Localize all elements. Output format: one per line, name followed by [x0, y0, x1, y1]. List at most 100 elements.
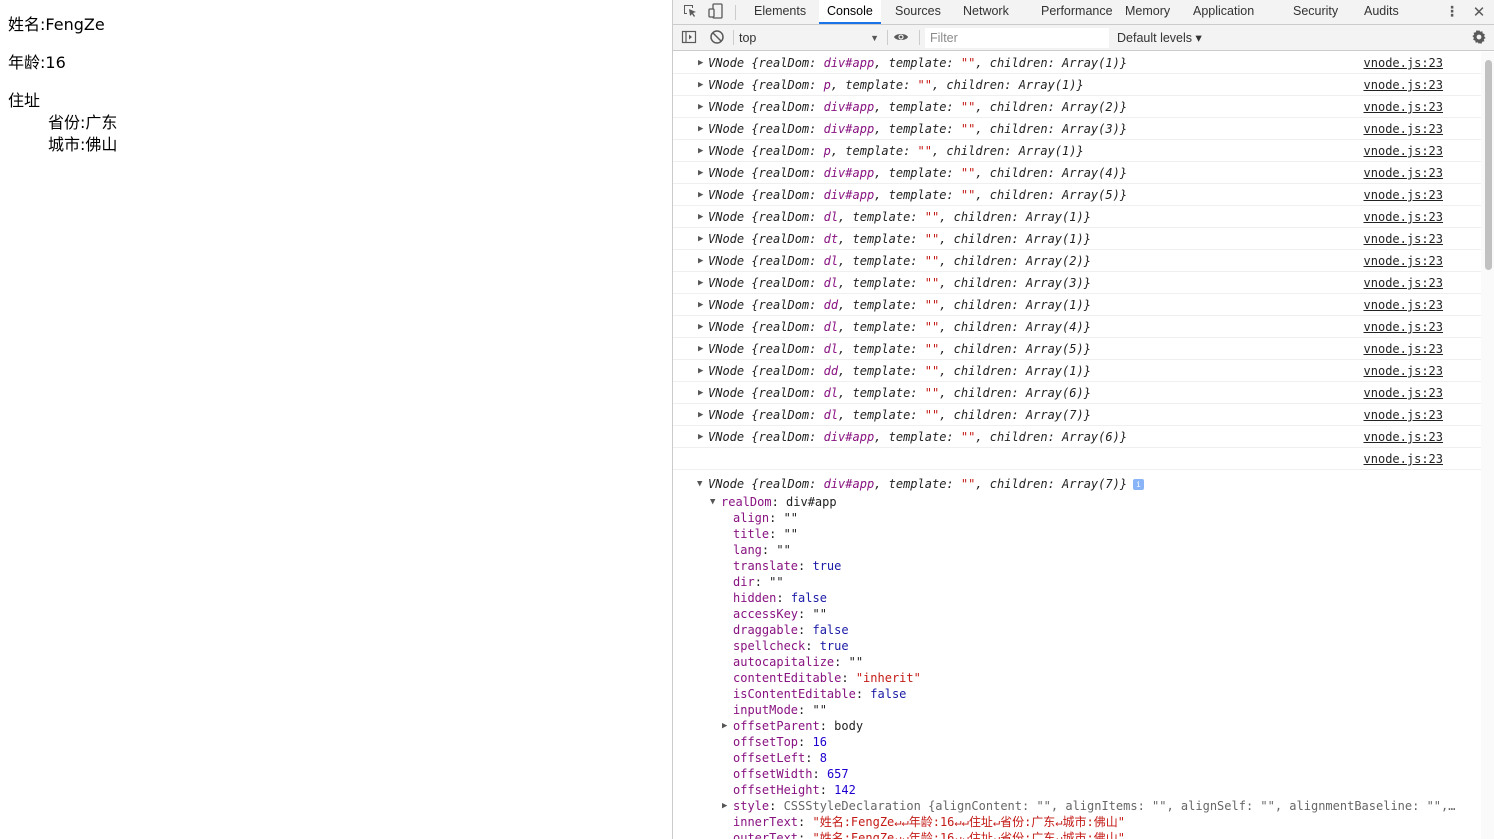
console-log-row[interactable]: ▶ VNode {realDom: dl, template: "", child… — [673, 404, 1481, 426]
expand-triangle-icon[interactable]: ▶ — [698, 162, 703, 184]
source-link[interactable]: vnode.js:23 — [1364, 316, 1443, 338]
inspect-element-icon[interactable] — [681, 3, 699, 21]
expand-triangle-icon[interactable]: ▶ — [698, 140, 703, 162]
expand-triangle-icon[interactable]: ▶ — [698, 184, 703, 206]
console-log-row[interactable]: ▶ VNode {realDom: dd, template: "", child… — [673, 294, 1481, 316]
console-log-row[interactable]: ▶ VNode {realDom: div#app, template: "", … — [673, 96, 1481, 118]
tab-console[interactable]: Console — [819, 0, 881, 24]
console-log-row[interactable]: ▶ VNode {realDom: dl, template: "", child… — [673, 250, 1481, 272]
tab-application[interactable]: Application — [1193, 0, 1254, 24]
collapse-triangle-icon[interactable]: ▼ — [710, 494, 715, 510]
console-log-row[interactable]: ▶ VNode {realDom: dl, template: "", child… — [673, 206, 1481, 228]
property-row[interactable]: inputMode: "" — [673, 702, 1481, 718]
property-row[interactable]: dir: "" — [673, 574, 1481, 590]
expanded-header[interactable]: ▼ VNode {realDom: div#app, template: "", … — [673, 474, 1481, 494]
expand-triangle-icon[interactable]: ▶ — [698, 52, 703, 74]
property-row[interactable]: spellcheck: true — [673, 638, 1481, 654]
property-row[interactable]: title: "" — [673, 526, 1481, 542]
info-icon[interactable]: i — [1133, 479, 1145, 490]
console-log-row[interactable]: ▶ VNode {realDom: dd, template: "", child… — [673, 360, 1481, 382]
expand-triangle-icon[interactable]: ▶ — [698, 206, 703, 228]
property-row[interactable]: isContentEditable: false — [673, 686, 1481, 702]
source-link[interactable]: vnode.js:23 — [1364, 360, 1443, 382]
property-row[interactable]: accessKey: "" — [673, 606, 1481, 622]
source-link[interactable]: vnode.js:23 — [1364, 404, 1443, 426]
gear-icon[interactable] — [1470, 29, 1488, 47]
expand-triangle-icon[interactable]: ▶ — [698, 228, 703, 250]
console-log-row[interactable]: ▶ VNode {realDom: dt, template: "", child… — [673, 228, 1481, 250]
console-log-row[interactable]: ▶ VNode {realDom: div#app, template: "", … — [673, 426, 1481, 448]
expand-triangle-icon[interactable]: ▶ — [698, 96, 703, 118]
source-link[interactable]: vnode.js:23 — [1364, 206, 1443, 228]
source-link[interactable]: vnode.js:23 — [1364, 52, 1443, 74]
clear-console-icon[interactable] — [708, 29, 726, 47]
source-link[interactable]: vnode.js:23 — [1364, 448, 1443, 470]
source-link[interactable]: vnode.js:23 — [1364, 228, 1443, 250]
property-row[interactable]: align: "" — [673, 510, 1481, 526]
source-link[interactable]: vnode.js:23 — [1364, 382, 1443, 404]
source-link[interactable]: vnode.js:23 — [1364, 338, 1443, 360]
tab-audits[interactable]: Audits — [1364, 0, 1399, 24]
filter-input[interactable] — [925, 28, 1109, 48]
expand-triangle-icon[interactable]: ▶ — [698, 250, 703, 272]
collapse-triangle-icon[interactable]: ▼ — [697, 474, 702, 494]
sidebar-toggle-icon[interactable] — [680, 29, 698, 47]
tab-elements[interactable]: Elements — [754, 0, 806, 24]
property-row[interactable]: translate: true — [673, 558, 1481, 574]
device-toolbar-icon[interactable] — [707, 3, 725, 21]
expand-triangle-icon[interactable]: ▶ — [698, 316, 703, 338]
expand-triangle-icon[interactable]: ▶ — [698, 360, 703, 382]
expand-triangle-icon[interactable]: ▶ — [698, 426, 703, 448]
property-row[interactable]: innerText: "姓名:FengZe↵↵年龄:16↵↵住址↵省份:广东↵城… — [673, 814, 1481, 830]
expand-triangle-icon[interactable]: ▶ — [698, 404, 703, 426]
property-row[interactable]: outerText: "姓名:FengZe↵↵年龄:16↵↵住址↵省份:广东↵城… — [673, 830, 1481, 839]
property-row[interactable]: offsetWidth: 657 — [673, 766, 1481, 782]
property-row[interactable]: offsetLeft: 8 — [673, 750, 1481, 766]
console-scrollbar[interactable] — [1481, 52, 1494, 839]
expand-triangle-icon[interactable]: ▶ — [722, 798, 727, 814]
expand-triangle-icon[interactable]: ▶ — [698, 118, 703, 140]
source-link[interactable]: vnode.js:23 — [1364, 96, 1443, 118]
source-link[interactable]: vnode.js:23 — [1364, 118, 1443, 140]
tab-memory[interactable]: Memory — [1125, 0, 1170, 24]
close-icon[interactable]: ✕ — [1470, 3, 1488, 21]
console-log-row[interactable]: ▶ VNode {realDom: dl, template: "", child… — [673, 272, 1481, 294]
source-link[interactable]: vnode.js:23 — [1364, 74, 1443, 96]
expand-triangle-icon[interactable]: ▶ — [698, 272, 703, 294]
console-log-row[interactable]: ▶ VNode {realDom: dl, template: "", child… — [673, 382, 1481, 404]
console-log-row[interactable]: ▶ VNode {realDom: div#app, template: "", … — [673, 162, 1481, 184]
tab-network[interactable]: Network — [963, 0, 1009, 24]
console-log-row[interactable]: ▶ VNode {realDom: div#app, template: "", … — [673, 184, 1481, 206]
expand-triangle-icon[interactable]: ▶ — [722, 718, 727, 734]
source-link[interactable]: vnode.js:23 — [1364, 250, 1443, 272]
source-link[interactable]: vnode.js:23 — [1364, 426, 1443, 448]
more-options-icon[interactable]: ⋮ — [1443, 3, 1461, 21]
tab-security[interactable]: Security — [1293, 0, 1338, 24]
console-log-row[interactable]: ▶ VNode {realDom: div#app, template: "", … — [673, 52, 1481, 74]
property-row[interactable]: draggable: false — [673, 622, 1481, 638]
source-link[interactable]: vnode.js:23 — [1364, 162, 1443, 184]
source-link[interactable]: vnode.js:23 — [1364, 272, 1443, 294]
realdom-property[interactable]: ▼ realDom: div#app — [673, 494, 1481, 510]
property-row[interactable]: contentEditable: "inherit" — [673, 670, 1481, 686]
tab-performance[interactable]: Performance — [1041, 0, 1113, 24]
expand-triangle-icon[interactable]: ▶ — [698, 74, 703, 96]
console-log-row[interactable]: ▶ VNode {realDom: div#app, template: "", … — [673, 118, 1481, 140]
expand-triangle-icon[interactable]: ▶ — [698, 382, 703, 404]
console-output[interactable]: ▶ VNode {realDom: div#app, template: "", … — [673, 52, 1481, 839]
console-log-row[interactable]: ▶ VNode {realDom: p, template: "", childr… — [673, 74, 1481, 96]
expand-triangle-icon[interactable]: ▶ — [698, 294, 703, 316]
property-row[interactable]: offsetHeight: 142 — [673, 782, 1481, 798]
source-link[interactable]: vnode.js:23 — [1364, 140, 1443, 162]
tab-sources[interactable]: Sources — [895, 0, 941, 24]
context-selector[interactable]: top ▼ — [739, 28, 879, 48]
scrollbar-thumb[interactable] — [1485, 60, 1492, 270]
log-levels-dropdown[interactable]: Default levels ▾ — [1117, 28, 1202, 48]
eye-icon[interactable] — [892, 29, 910, 47]
property-row[interactable]: ▶ offsetParent: body — [673, 718, 1481, 734]
property-row[interactable]: lang: "" — [673, 542, 1481, 558]
console-log-row[interactable]: ▶ VNode {realDom: dl, template: "", child… — [673, 316, 1481, 338]
property-row[interactable]: ▶ style: CSSStyleDeclaration {alignConten… — [673, 798, 1481, 814]
console-log-row[interactable]: ▶ VNode {realDom: p, template: "", childr… — [673, 140, 1481, 162]
expand-triangle-icon[interactable]: ▶ — [698, 338, 703, 360]
